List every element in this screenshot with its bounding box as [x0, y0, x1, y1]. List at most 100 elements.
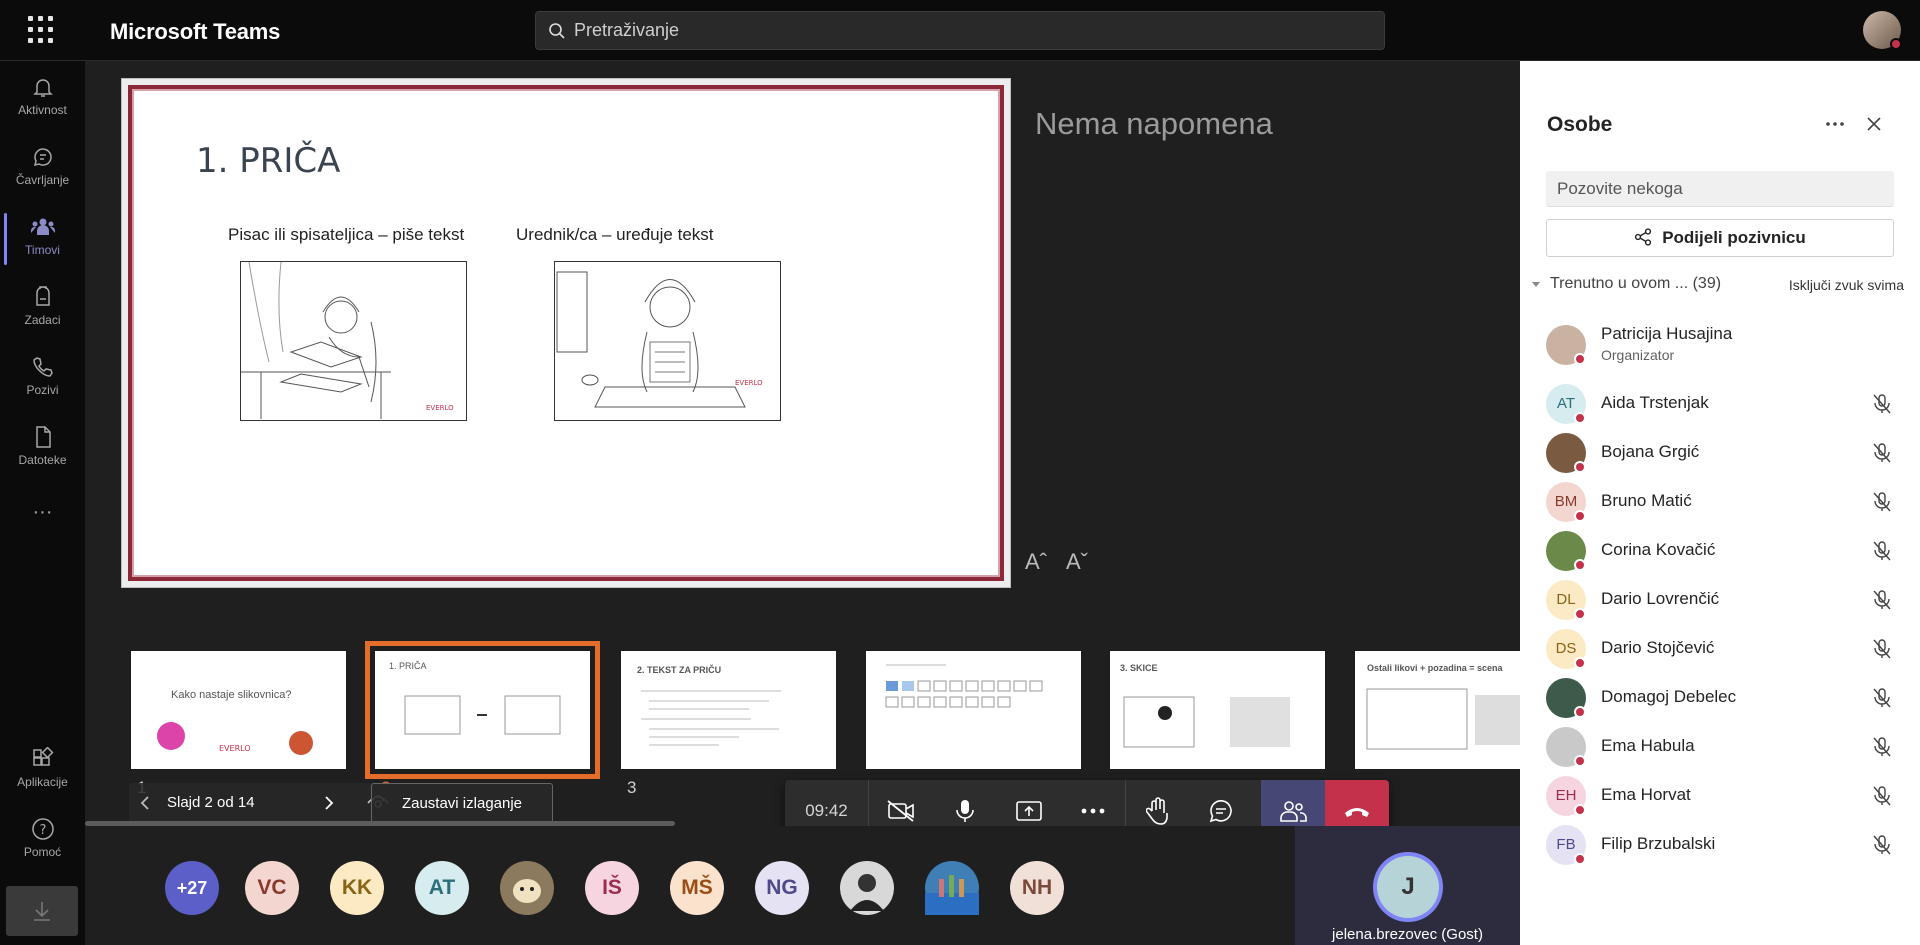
participant-avatar	[1546, 531, 1586, 571]
participant-name: Bojana Grgić	[1601, 442, 1700, 461]
app-launcher-icon[interactable]	[28, 16, 56, 44]
thumbnail-text: 3. SKICE	[1120, 663, 1158, 673]
stop-presenting-button[interactable]: Zaustavi izlaganje	[371, 783, 553, 823]
participant-avatar: DS	[1546, 629, 1586, 669]
participant-name: Ema Habula	[1601, 736, 1695, 755]
participant-role: Organizator	[1601, 347, 1675, 363]
chat-icon	[33, 148, 52, 167]
participant-avatar: BM	[1546, 482, 1586, 522]
slide-thumbnail-2[interactable]: 1. PRIČA	[365, 641, 600, 779]
rail-item-teams[interactable]: Timovi	[0, 207, 85, 271]
chevron-right-icon[interactable]	[323, 795, 335, 811]
teams-icon	[30, 218, 55, 235]
mic-muted-icon	[1872, 442, 1892, 469]
participant-avatar[interactable]: NG	[755, 861, 809, 915]
mic-muted-icon	[1872, 540, 1892, 567]
writer-illustration: EVERLO	[240, 261, 467, 421]
self-name: jelena.brezovec (Gost)	[1332, 926, 1483, 943]
participant-name: Ema Horvat	[1601, 785, 1691, 804]
rail-item-help[interactable]: ? Pomoć	[0, 809, 85, 873]
rail-item-assignments[interactable]: Zadaci	[0, 277, 85, 341]
participant-row[interactable]: FB Filip Brzubalski	[1520, 815, 1920, 875]
overflow-participants-button[interactable]: +27	[165, 861, 219, 915]
participant-name: Corina Kovačić	[1601, 540, 1716, 559]
participant-photo[interactable]	[925, 861, 979, 915]
rail-label: Pomoć	[23, 845, 62, 859]
rail-item-files[interactable]: Datoteke	[0, 417, 85, 481]
rail-more-button[interactable]: ···	[0, 501, 85, 531]
slide-thumbnail-5[interactable]: 3. SKICE	[1110, 651, 1325, 769]
presented-slide: 1. PRIČA Pisac ili spisateljica – piše t…	[121, 78, 1011, 588]
rail-label: Čavrljanje	[15, 173, 70, 187]
svg-text:EVERLO: EVERLO	[219, 744, 251, 753]
backpack-icon	[35, 286, 50, 306]
participant-avatar[interactable]: KK	[330, 861, 384, 915]
invite-input[interactable]	[1546, 171, 1894, 207]
participant-name: Aida Trstenjak	[1601, 393, 1709, 412]
more-options-icon[interactable]	[1825, 121, 1845, 127]
avatar-initials: AT	[1556, 395, 1576, 412]
participant-name: Filip Brzubalski	[1601, 834, 1716, 853]
mute-all-link[interactable]: Isključi zvuk svima	[1789, 277, 1904, 293]
avatar-initials: BM	[1554, 493, 1578, 510]
rail-item-apps[interactable]: Aplikacije	[0, 739, 85, 803]
rail-item-activity[interactable]: Aktivnost	[0, 67, 85, 131]
increase-font-button[interactable]: Aˆ	[1025, 549, 1047, 575]
search-input[interactable]	[574, 12, 1354, 49]
file-icon	[35, 426, 51, 448]
participant-avatar[interactable]: AT	[415, 861, 469, 915]
participant-avatar	[1546, 678, 1586, 718]
slide-thumbnail-4[interactable]	[866, 651, 1081, 769]
rail-item-calls[interactable]: Pozivi	[0, 347, 85, 411]
participant-avatar[interactable]: MŠ	[670, 861, 724, 915]
rail-item-chat[interactable]: Čavrljanje	[0, 137, 85, 201]
participant-name: Dario Stojčević	[1601, 638, 1715, 657]
editor-illustration: EVERLO	[554, 261, 781, 421]
status-icon	[1574, 853, 1586, 865]
my-avatar[interactable]	[1863, 11, 1902, 50]
participant-row[interactable]: Patricija Husajina Organizator	[1520, 315, 1920, 375]
decrease-font-button[interactable]: Aˇ	[1066, 549, 1088, 575]
people-icon	[1280, 801, 1307, 822]
rail-label: Pozivi	[26, 383, 59, 397]
share-invite-button[interactable]: Podijeli pozivnicu	[1546, 219, 1894, 257]
apps-icon	[32, 747, 54, 766]
phone-icon	[32, 357, 53, 377]
section-label: Trenutno u ovom ... (39)	[1550, 275, 1722, 292]
thumbnail-text: Ostali likovi + pozadina = scena	[1367, 663, 1503, 673]
caret-down-icon	[1532, 282, 1540, 287]
close-icon[interactable]	[1866, 116, 1882, 132]
slide-thumbnail-3[interactable]: 2. TEKST ZA PRIČU	[621, 651, 836, 769]
in-meeting-section[interactable]: Trenutno u ovom ... (39) Isključi zvuk s…	[1532, 275, 1912, 297]
avatar-initials: EH	[1555, 787, 1577, 804]
participant-avatar	[1546, 325, 1586, 365]
participant-avatar[interactable]: IŠ	[585, 861, 639, 915]
slide-thumbnail-1[interactable]: Kako nastaje slikovnica? EVERLO	[131, 651, 346, 769]
mic-muted-icon	[1872, 834, 1892, 861]
bell-icon	[32, 79, 53, 97]
participant-avatar[interactable]: NH	[1010, 861, 1064, 915]
participant-name: Patricija Husajina	[1601, 324, 1733, 343]
hang-up-icon	[1345, 808, 1369, 817]
participant-photo[interactable]	[840, 861, 894, 915]
search-box[interactable]	[535, 11, 1385, 50]
chevron-left-icon[interactable]	[139, 795, 151, 811]
thumbnail-text: Kako nastaje slikovnica?	[171, 689, 292, 701]
share-icon	[1635, 228, 1652, 246]
download-button[interactable]	[6, 886, 78, 936]
slide-thumbnail-6[interactable]: Ostali likovi + pozadina = scena	[1355, 651, 1520, 769]
slide-title: 1. PRIČA	[196, 141, 341, 181]
slide-caption-right: Urednik/ca – uređuje tekst	[516, 225, 714, 244]
participant-photo[interactable]	[500, 861, 554, 915]
mic-muted-icon	[1872, 785, 1892, 812]
svg-text:EVERLO: EVERLO	[426, 404, 454, 412]
participant-avatar	[1546, 727, 1586, 767]
participant-avatar[interactable]: VC	[245, 861, 299, 915]
panel-title: Osobe	[1547, 113, 1613, 136]
rail-label: Aplikacije	[17, 775, 68, 789]
camera-off-icon	[887, 800, 914, 822]
speaker-notes: Nema napomena	[1035, 106, 1273, 141]
self-avatar: J	[1377, 856, 1439, 918]
meeting-stage: 1. PRIČA Pisac ili spisateljica – piše t…	[85, 61, 1520, 945]
app-rail: Aktivnost Čavrljanje Timovi Zadaci Poziv…	[0, 61, 85, 945]
